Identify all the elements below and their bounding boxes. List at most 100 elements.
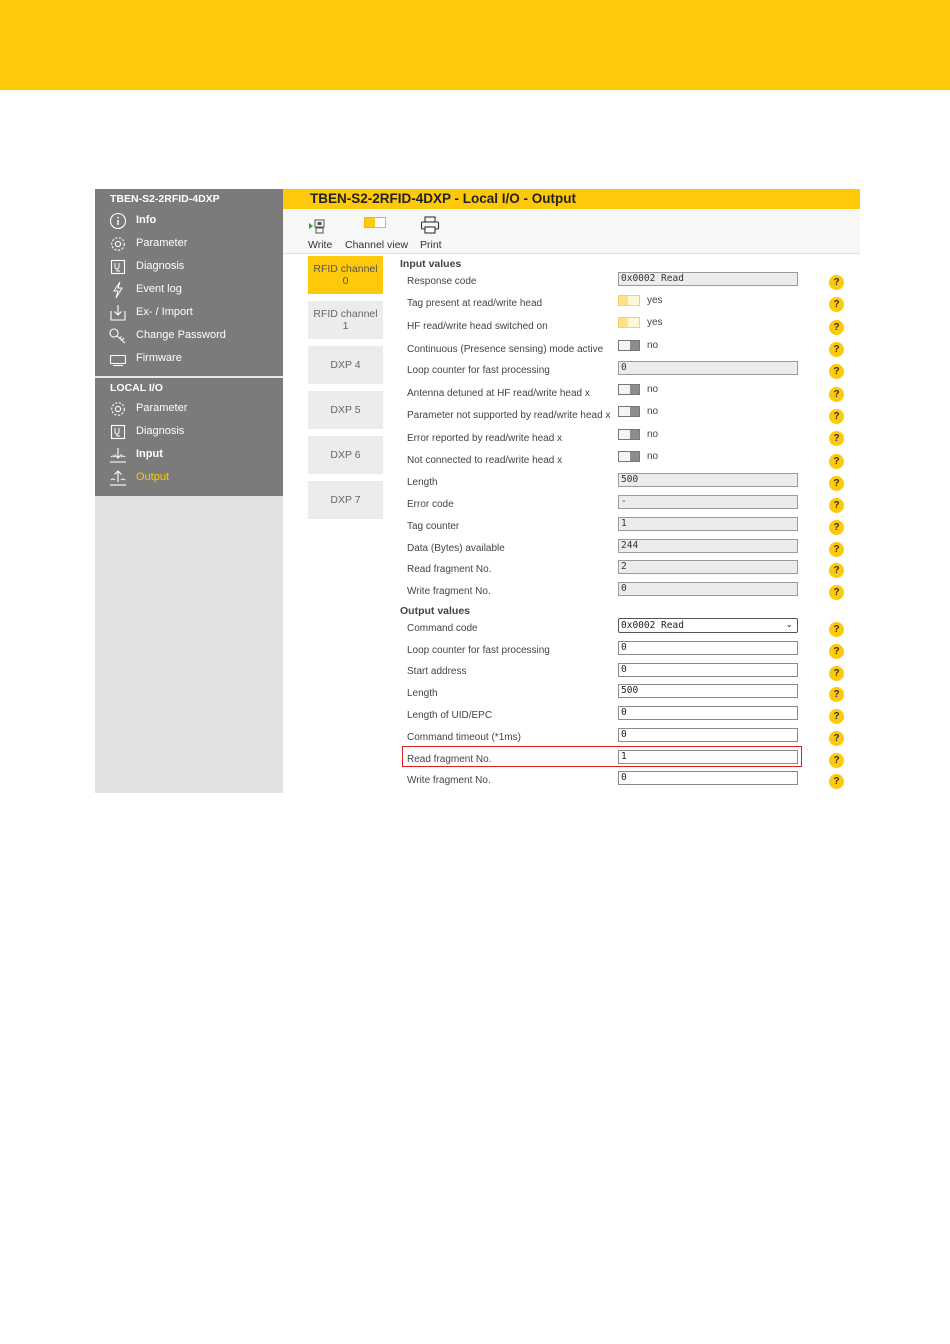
sidebar-item-label: Parameter: [136, 402, 188, 414]
sidebar-item-ex-import[interactable]: Ex- / Import: [108, 303, 278, 323]
help-icon[interactable]: ?: [829, 498, 844, 513]
sidebar-item-local-parameter[interactable]: Parameter: [108, 399, 278, 419]
response-code-label: Response code: [407, 276, 477, 287]
help-icon[interactable]: ?: [829, 431, 844, 446]
start-address-label: Start address: [407, 666, 467, 677]
help-icon[interactable]: ?: [829, 275, 844, 290]
sidebar-item-label: Input: [136, 448, 163, 460]
command-code-select[interactable]: 0x0002 Read ⌄: [618, 618, 798, 633]
tab-dxp-7[interactable]: DXP 7: [308, 481, 383, 519]
tab-rfid-channel-0[interactable]: RFID channel 0: [308, 256, 383, 294]
sidebar-item-input[interactable]: Input: [108, 445, 278, 465]
sidebar-nav: TBEN-S2-2RFID-4DXP Info Parameter Diagno…: [95, 189, 283, 496]
sidebar-item-change-password[interactable]: Change Password: [108, 326, 278, 346]
sidebar-item-event-log[interactable]: Event log: [108, 280, 278, 300]
help-icon[interactable]: ?: [829, 644, 844, 659]
help-icon[interactable]: ?: [829, 585, 844, 600]
info-icon: [108, 212, 128, 230]
not-connected-toggle: [618, 451, 640, 462]
web-server-screenshot: TBEN-S2-2RFID-4DXP Info Parameter Diagno…: [95, 189, 860, 793]
tag-present-toggle: [618, 295, 640, 306]
tab-dxp-4[interactable]: DXP 4: [308, 346, 383, 384]
out-write-fragment-input[interactable]: 0: [618, 771, 798, 785]
sidebar-item-parameter[interactable]: Parameter: [108, 234, 278, 254]
hf-head-switched-on-label: HF read/write head switched on: [407, 321, 548, 332]
help-icon[interactable]: ?: [829, 454, 844, 469]
out-loop-counter-input[interactable]: 0: [618, 641, 798, 655]
tab-dxp-6[interactable]: DXP 6: [308, 436, 383, 474]
data-available-label: Data (Bytes) available: [407, 543, 505, 554]
output-icon: [108, 469, 128, 487]
help-icon[interactable]: ?: [829, 409, 844, 424]
input-values-title: Input values: [400, 258, 462, 270]
help-icon[interactable]: ?: [829, 666, 844, 681]
help-icon[interactable]: ?: [829, 774, 844, 789]
out-length-input[interactable]: 500: [618, 684, 798, 698]
read-fragment-label: Read fragment No.: [407, 564, 492, 575]
tab-label-sub: 1: [342, 320, 349, 332]
tab-label: RFID channel: [313, 263, 378, 275]
write-button[interactable]: Write: [308, 209, 338, 254]
sidebar-item-output[interactable]: Output: [108, 468, 278, 488]
help-icon[interactable]: ?: [829, 342, 844, 357]
tab-rfid-channel-1[interactable]: RFID channel 1: [308, 301, 383, 339]
uid-length-input[interactable]: 0: [618, 706, 798, 720]
sidebar-item-label: Diagnosis: [136, 260, 185, 272]
help-icon[interactable]: ?: [829, 476, 844, 491]
out-loop-counter-label: Loop counter for fast processing: [407, 645, 550, 656]
write-label: Write: [308, 239, 333, 251]
channel-view-button[interactable]: Channel view: [345, 209, 411, 254]
help-icon[interactable]: ?: [829, 320, 844, 335]
tab-label: DXP 6: [330, 449, 361, 461]
sidebar-item-info[interactable]: Info: [108, 211, 278, 231]
help-icon[interactable]: ?: [829, 542, 844, 557]
help-icon[interactable]: ?: [829, 622, 844, 637]
out-length-label: Length: [407, 688, 438, 699]
help-icon[interactable]: ?: [829, 563, 844, 578]
read-fragment-highlight-box: [402, 746, 802, 767]
input-icon: [108, 446, 128, 464]
hf-head-switched-on-state: yes: [647, 317, 663, 328]
command-timeout-label: Command timeout (*1ms): [407, 732, 521, 743]
toolbar: Write Channel view Print: [283, 209, 860, 254]
command-timeout-input[interactable]: 0: [618, 728, 798, 742]
error-reported-label: Error reported by read/write head x: [407, 433, 563, 444]
read-fragment-value: 2: [618, 560, 798, 574]
start-address-input[interactable]: 0: [618, 663, 798, 677]
help-icon[interactable]: ?: [829, 731, 844, 746]
sidebar-item-label: Event log: [136, 283, 182, 295]
sidebar-item-label: Parameter: [136, 237, 188, 249]
stethoscope-icon: [108, 423, 128, 441]
sidebar-item-label: Ex- / Import: [136, 306, 193, 318]
sidebar: TBEN-S2-2RFID-4DXP Info Parameter Diagno…: [95, 189, 283, 793]
help-icon[interactable]: ?: [829, 520, 844, 535]
help-icon[interactable]: ?: [829, 387, 844, 402]
key-icon: [108, 327, 128, 345]
sidebar-item-label: Info: [136, 214, 157, 226]
print-button[interactable]: Print: [420, 209, 448, 254]
command-code-label: Command code: [407, 623, 478, 634]
continuous-mode-state: no: [647, 340, 659, 351]
tab-label: DXP 7: [330, 494, 361, 506]
sidebar-item-local-diagnosis[interactable]: Diagnosis: [108, 422, 278, 442]
continuous-mode-toggle: [618, 340, 640, 351]
parameter-not-supported-toggle: [618, 406, 640, 417]
help-icon[interactable]: ?: [829, 753, 844, 768]
tab-dxp-5[interactable]: DXP 5: [308, 391, 383, 429]
uid-length-label: Length of UID/EPC: [407, 710, 493, 721]
tab-label-sub: 0: [342, 275, 349, 287]
help-icon[interactable]: ?: [829, 709, 844, 724]
not-connected-state: no: [647, 451, 659, 462]
help-icon[interactable]: ?: [829, 364, 844, 379]
sidebar-item-diagnosis[interactable]: Diagnosis: [108, 257, 278, 277]
not-connected-label: Not connected to read/write head x: [407, 455, 563, 466]
sidebar-item-firmware[interactable]: Firmware: [108, 349, 278, 369]
sidebar-item-label: Change Password: [136, 329, 226, 341]
error-code-label: Error code: [407, 499, 454, 510]
tab-label: DXP 5: [330, 404, 361, 416]
help-icon[interactable]: ?: [829, 297, 844, 312]
help-icon[interactable]: ?: [829, 687, 844, 702]
antenna-detuned-toggle: [618, 384, 640, 395]
toggle-view-icon: [364, 217, 386, 228]
sidebar-item-label: Diagnosis: [136, 425, 185, 437]
